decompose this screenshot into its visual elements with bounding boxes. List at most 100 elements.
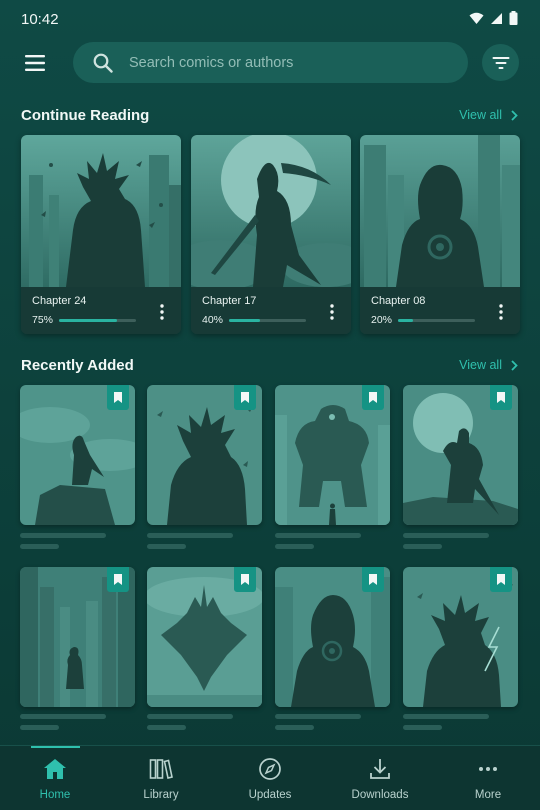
more-options-button[interactable] (492, 299, 510, 325)
comic-card[interactable] (147, 385, 262, 525)
bookmark-icon (497, 574, 505, 585)
library-icon (149, 759, 173, 779)
nav-label: More (474, 789, 502, 801)
search-input[interactable] (129, 54, 429, 71)
chevron-right-icon (511, 359, 518, 371)
bookmark-icon (241, 392, 249, 403)
title-placeholder (20, 533, 106, 538)
nav-label: Home (39, 789, 71, 801)
comic-card[interactable] (20, 385, 135, 525)
wifi-icon (469, 12, 484, 24)
nav-item-downloads[interactable]: Downloads (345, 746, 415, 810)
continue-reading-view-all-link[interactable]: View all (459, 108, 518, 122)
nav-item-library[interactable]: Library (131, 746, 191, 810)
card-info: Chapter 08 20% (360, 287, 520, 334)
search-icon (93, 53, 113, 73)
title-placeholder (147, 533, 233, 538)
bookmark-icon (114, 392, 122, 403)
bookmark-button[interactable] (107, 385, 129, 410)
title-placeholder (403, 714, 489, 719)
chevron-right-icon (511, 109, 518, 121)
bookmark-icon (241, 574, 249, 585)
status-icons (469, 11, 518, 25)
more-vertical-icon (499, 304, 503, 320)
signal-icon (491, 12, 502, 24)
progress-fill (59, 319, 117, 322)
status-bar: 10:42 (0, 0, 540, 38)
progress-percent: 20% (371, 314, 393, 326)
more-horizontal-icon (479, 767, 497, 771)
bookmark-icon (114, 574, 122, 585)
progress-fill (398, 319, 414, 322)
compass-icon (259, 758, 281, 780)
bookmark-button[interactable] (234, 567, 256, 592)
subtitle-placeholder (147, 544, 186, 549)
progress-bar (398, 319, 475, 322)
continue-reading-title: Continue Reading (21, 107, 150, 124)
bookmark-button[interactable] (490, 385, 512, 410)
continue-reading-card[interactable]: Chapter 17 40% (191, 135, 351, 334)
progress-percent: 75% (32, 314, 54, 326)
progress-bar (229, 319, 306, 322)
card-info: Chapter 24 75% (21, 287, 181, 334)
nav-item-more[interactable]: More (458, 746, 518, 810)
more-vertical-icon (160, 304, 164, 320)
card-info: Chapter 17 40% (191, 287, 351, 334)
chapter-label: Chapter 24 (32, 295, 87, 307)
title-placeholder (20, 714, 106, 719)
nav-item-home[interactable]: Home (25, 746, 85, 810)
bookmark-button[interactable] (362, 385, 384, 410)
more-vertical-icon (330, 304, 334, 320)
bottom-navigation: Home Library Updates Downloads More (0, 745, 540, 810)
comic-card[interactable] (147, 567, 262, 707)
bookmark-button[interactable] (107, 567, 129, 592)
nav-label: Downloads (351, 789, 409, 801)
home-icon (44, 759, 66, 779)
chapter-label: Chapter 08 (371, 295, 426, 307)
menu-button[interactable] (20, 48, 50, 78)
nav-label: Library (143, 789, 179, 801)
comic-card[interactable] (403, 567, 518, 707)
subtitle-placeholder (403, 544, 442, 549)
comic-card[interactable] (403, 385, 518, 525)
title-placeholder (403, 533, 489, 538)
more-options-button[interactable] (323, 299, 341, 325)
comic-card[interactable] (275, 567, 390, 707)
subtitle-placeholder (403, 725, 442, 730)
recently-added-view-all-link[interactable]: View all (459, 358, 518, 372)
comic-card[interactable] (20, 567, 135, 707)
subtitle-placeholder (275, 544, 314, 549)
progress-bar (59, 319, 136, 322)
bookmark-button[interactable] (234, 385, 256, 410)
filter-button[interactable] (482, 44, 519, 81)
nav-label: Updates (248, 789, 292, 801)
subtitle-placeholder (147, 725, 186, 730)
continue-reading-card[interactable]: Chapter 08 20% (360, 135, 520, 334)
view-all-label: View all (459, 108, 502, 122)
view-all-label: View all (459, 358, 502, 372)
progress-fill (229, 319, 260, 322)
title-placeholder (275, 533, 361, 538)
recently-added-title: Recently Added (21, 357, 134, 374)
title-placeholder (275, 714, 361, 719)
bookmark-icon (369, 574, 377, 585)
subtitle-placeholder (275, 725, 314, 730)
bookmark-icon (497, 392, 505, 403)
status-time: 10:42 (21, 11, 59, 28)
comic-cover-art (191, 135, 351, 287)
filter-icon (492, 56, 509, 69)
download-icon (370, 759, 390, 779)
continue-reading-card[interactable]: Chapter 24 75% (21, 135, 181, 334)
comic-cover-art (360, 135, 520, 287)
more-options-button[interactable] (153, 299, 171, 325)
search-bar[interactable] (73, 42, 468, 83)
bookmark-button[interactable] (362, 567, 384, 592)
progress-percent: 40% (202, 314, 224, 326)
chapter-label: Chapter 17 (202, 295, 257, 307)
comic-cover-art (21, 135, 181, 287)
nav-item-updates[interactable]: Updates (240, 746, 300, 810)
subtitle-placeholder (20, 725, 59, 730)
title-placeholder (147, 714, 233, 719)
bookmark-button[interactable] (490, 567, 512, 592)
comic-card[interactable] (275, 385, 390, 525)
